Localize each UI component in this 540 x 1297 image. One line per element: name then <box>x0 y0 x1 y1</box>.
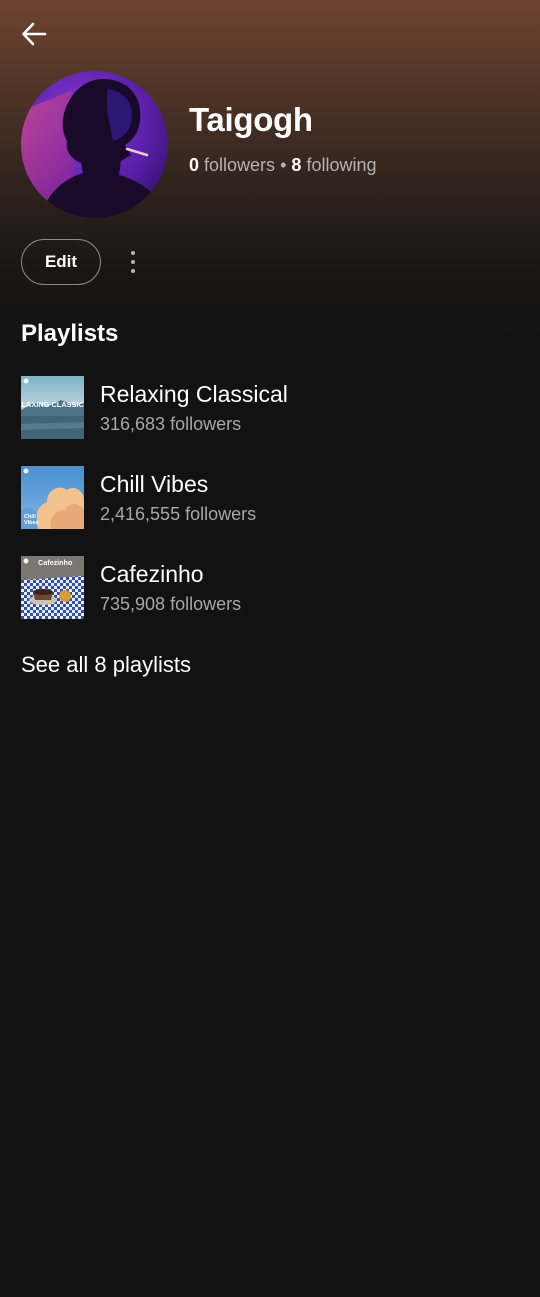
following-label[interactable]: following <box>306 155 376 175</box>
playlist-item-cafezinho[interactable]: Cafezinho Cafezinho 735,908 followers <box>21 556 521 620</box>
playlist-item-relaxing-classical[interactable]: RELAXING CLASSICAL Relaxing Classical 31… <box>21 376 521 440</box>
playlist-title: Chill Vibes <box>100 471 209 497</box>
playlist-followers: 2,416,555 followers <box>100 504 257 524</box>
see-all-playlists-link[interactable]: See all 8 playlists <box>21 652 191 678</box>
playlists-heading: Playlists <box>21 320 119 347</box>
edit-button[interactable]: Edit <box>21 239 101 285</box>
profile-name: Taigogh <box>189 101 313 138</box>
playlist-list: RELAXING CLASSICAL Relaxing Classical 31… <box>21 376 521 646</box>
playlist-followers: 316,683 followers <box>100 414 242 434</box>
back-button[interactable] <box>14 14 54 54</box>
more-options-button[interactable] <box>119 244 147 280</box>
playlist-cover-cafezinho: Cafezinho <box>21 556 84 619</box>
stats-separator: • <box>280 155 287 175</box>
playlist-cover-relaxing-classical: RELAXING CLASSICAL <box>21 376 84 439</box>
silhouette-portrait-icon <box>21 71 168 218</box>
arrow-left-icon <box>22 22 47 46</box>
playlist-title: Relaxing Classical <box>100 381 288 407</box>
avatar[interactable] <box>21 71 168 218</box>
more-vertical-icon <box>131 251 135 255</box>
cover-text-relaxing: RELAXING CLASSICAL <box>21 400 84 409</box>
playlist-followers: 735,908 followers <box>100 594 242 614</box>
profile-page: Taigogh 0 followers • 8 following Edit P… <box>0 0 540 1297</box>
playlist-item-chill-vibes[interactable]: Chill Vibes Chill Vibes 2,416,555 follow… <box>21 466 521 530</box>
followers-label[interactable]: followers <box>204 155 275 175</box>
playlist-title: Cafezinho <box>100 561 204 587</box>
playlist-cover-chill-vibes: Chill Vibes <box>21 466 84 529</box>
cover-text-cafezinho: Cafezinho <box>38 558 73 567</box>
following-count[interactable]: 8 <box>291 155 301 175</box>
svg-text:Vibes: Vibes <box>24 520 39 526</box>
followers-count[interactable]: 0 <box>189 155 199 175</box>
profile-stats: 0 followers • 8 following <box>189 155 376 176</box>
